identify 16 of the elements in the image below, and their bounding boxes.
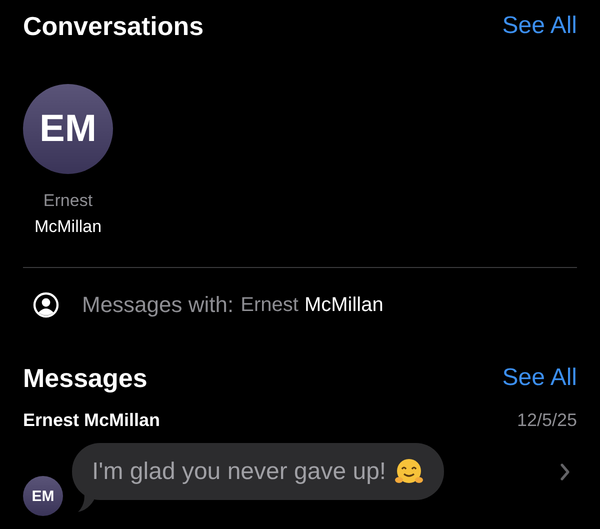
filter-first-name: Ernest: [240, 294, 298, 316]
section-title: Messages: [23, 362, 148, 394]
person-icon: [33, 292, 59, 318]
contact-last-name: McMillan: [34, 216, 102, 238]
see-all-link[interactable]: See All: [502, 12, 577, 40]
see-all-link[interactable]: See All: [502, 364, 577, 392]
sender-name: Ernest McMillan: [23, 410, 160, 431]
chevron-icon[interactable]: [560, 463, 570, 481]
section-title: Conversations: [23, 10, 204, 42]
message-date: 12/5/25: [516, 410, 577, 431]
avatar[interactable]: EM: [23, 476, 63, 516]
filter-last-name: McMillan: [304, 294, 384, 316]
message-bubble[interactable]: I'm glad you never gave up!: [72, 443, 444, 500]
contact-first-name: Ernest: [43, 190, 93, 212]
avatar[interactable]: EM: [23, 84, 113, 174]
filter-label: Messages with:: [82, 292, 234, 318]
